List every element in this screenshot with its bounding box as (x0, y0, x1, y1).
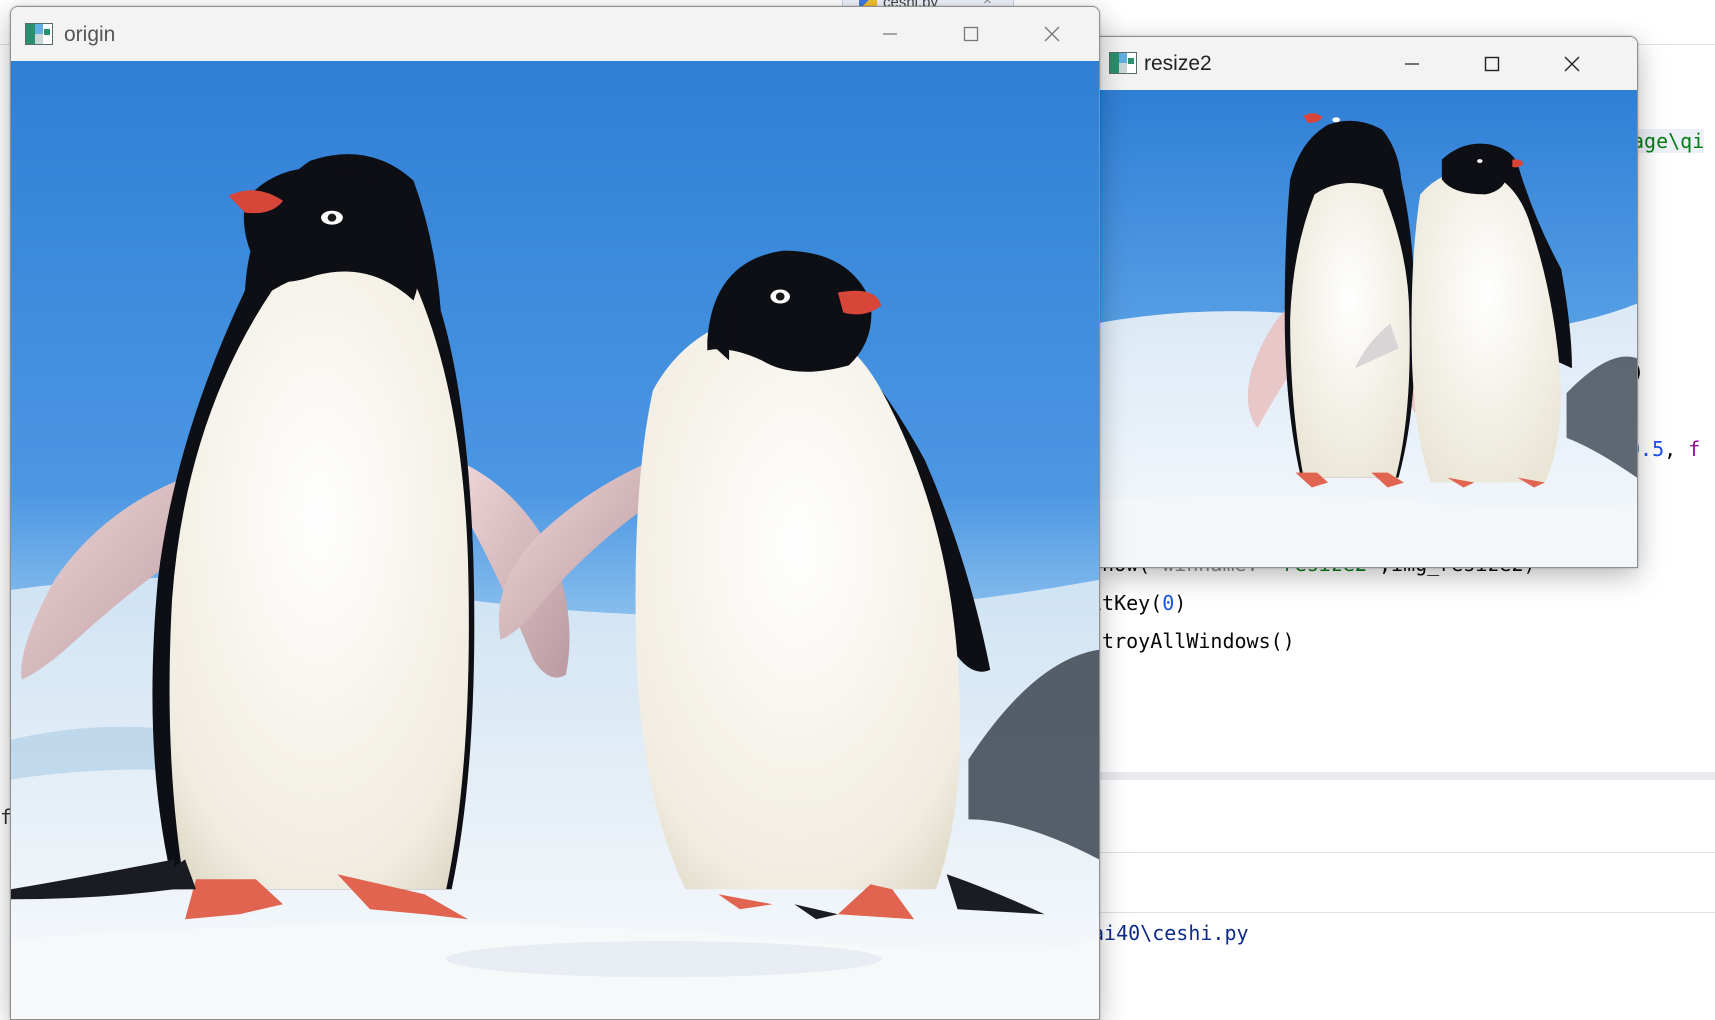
minimize-icon[interactable] (867, 16, 913, 52)
toolbar-separator (1090, 852, 1715, 853)
resize2-window-title: resize2 (1144, 52, 1212, 75)
resize2-titlebar[interactable]: resize2 (1095, 37, 1637, 90)
resize2-image (1095, 90, 1637, 567)
console-separator (1090, 912, 1715, 913)
penguin-photo-small (1095, 90, 1637, 567)
origin-titlebar[interactable]: origin (11, 7, 1099, 61)
origin-window[interactable]: origin (10, 6, 1100, 1020)
resize2-window[interactable]: resize2 (1094, 36, 1638, 568)
code-line-5-right: 0.5, f (1628, 437, 1701, 461)
maximize-icon[interactable] (948, 16, 994, 52)
code-line-waitkey: itKey(0) (1090, 591, 1187, 615)
origin-window-title: origin (64, 23, 116, 46)
origin-image (11, 61, 1099, 1019)
code-line-1-right: age\qi (1632, 129, 1705, 153)
close-icon[interactable] (1029, 16, 1075, 52)
console-run-path: ai40\ceshi.py (1092, 921, 1249, 945)
penguin-photo-large (11, 61, 1099, 1019)
app-window-icon (1109, 52, 1137, 74)
panel-divider[interactable] (1090, 772, 1715, 780)
code-line-destroy: stroyAllWindows() (1090, 629, 1295, 653)
close-icon[interactable] (1549, 46, 1595, 82)
maximize-icon[interactable] (1469, 46, 1515, 82)
minimize-icon[interactable] (1389, 46, 1435, 82)
app-window-icon (25, 23, 53, 45)
